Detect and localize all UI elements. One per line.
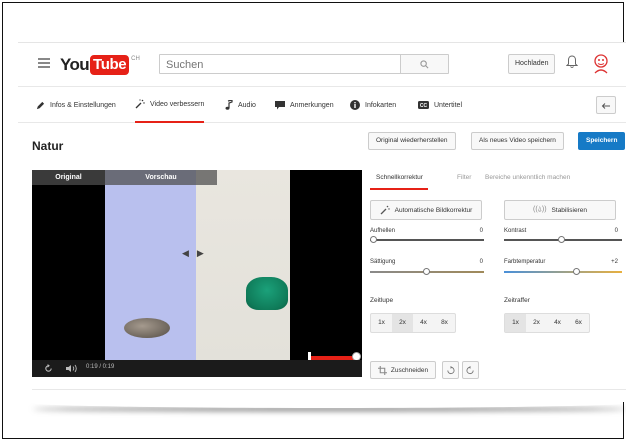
tab-infos[interactable]: Infos & Einstellungen bbox=[36, 87, 116, 123]
magic-wand-icon bbox=[135, 99, 145, 109]
search-input[interactable] bbox=[160, 56, 400, 74]
timelapse-option[interactable]: 2x bbox=[526, 314, 547, 332]
video-left-bar bbox=[32, 170, 105, 360]
video-player[interactable]: Original Vorschau ◀▶ 0:19 / 0:19 bbox=[32, 170, 362, 377]
timelapse-label: Zeitraffer bbox=[504, 297, 530, 304]
page-title: Natur bbox=[32, 139, 64, 153]
video-time: 0:19 / 0:19 bbox=[86, 364, 115, 370]
color-temperature-knob[interactable] bbox=[573, 267, 580, 275]
speech-bubble-icon bbox=[275, 100, 285, 109]
crop-button[interactable]: Zuschneiden bbox=[370, 361, 436, 379]
section-divider bbox=[32, 389, 626, 390]
youtube-editor-page: You Tube CH Hochladen bbox=[18, 42, 626, 402]
slowmo-option[interactable]: 2x bbox=[392, 314, 413, 332]
tab-label: Audio bbox=[238, 101, 256, 109]
preview-label: Vorschau bbox=[105, 170, 217, 185]
brightness-value: 0 bbox=[479, 228, 483, 234]
saturation-value: 0 bbox=[479, 259, 483, 265]
search-icon bbox=[420, 59, 429, 68]
auto-correct-button[interactable]: Automatische Bildkorrektur bbox=[370, 200, 482, 220]
masthead: You Tube CH Hochladen bbox=[18, 43, 626, 87]
back-button[interactable] bbox=[596, 96, 616, 114]
pencil-icon bbox=[36, 101, 45, 109]
color-temperature-value: +2 bbox=[611, 259, 618, 265]
tab-label: Infos & Einstellungen bbox=[50, 101, 116, 109]
original-label: Original bbox=[32, 170, 105, 185]
info-icon bbox=[350, 100, 360, 110]
bell-icon[interactable] bbox=[565, 55, 579, 74]
tab-video-verbessern[interactable]: Video verbessern bbox=[135, 87, 205, 123]
tab-label: Infokarten bbox=[365, 101, 397, 109]
editor-tabs: Infos & Einstellungen Video verbessern A… bbox=[18, 87, 626, 123]
subtab-blur-areas[interactable]: Bereiche unkenntlich machen bbox=[485, 174, 570, 181]
tab-label: Video verbessern bbox=[150, 100, 205, 108]
video-preview-area bbox=[196, 170, 290, 360]
rotate-right-icon bbox=[466, 365, 474, 374]
brightness-label: Aufhellen bbox=[370, 228, 396, 234]
contrast-label: Kontrast bbox=[504, 228, 527, 234]
subtab-filter[interactable]: Filter bbox=[457, 174, 471, 181]
saturation-label: Sättigung bbox=[370, 259, 396, 265]
contrast-knob[interactable] bbox=[558, 235, 565, 243]
crop-label: Zuschneiden bbox=[390, 366, 429, 374]
revert-original-button[interactable]: Original wiederherstellen bbox=[368, 132, 456, 150]
contrast-value: 0 bbox=[614, 228, 618, 234]
saturation-knob[interactable] bbox=[423, 267, 430, 275]
crop-icon bbox=[377, 365, 387, 375]
timelapse-option[interactable]: 6x bbox=[568, 314, 589, 332]
color-temperature-label: Farbtemperatur bbox=[504, 259, 546, 265]
video-right-bar bbox=[290, 170, 362, 360]
music-note-icon bbox=[225, 100, 233, 110]
tab-label: Untertitel bbox=[434, 101, 463, 109]
active-subtab-indicator bbox=[370, 188, 428, 190]
upload-button[interactable]: Hochladen bbox=[508, 54, 556, 74]
search-button[interactable] bbox=[400, 55, 448, 73]
slowmo-label: Zeitlupe bbox=[370, 297, 394, 304]
svg-text:CC: CC bbox=[420, 103, 428, 109]
replay-icon[interactable] bbox=[44, 364, 53, 373]
save-as-new-button[interactable]: Als neues Video speichern bbox=[471, 132, 564, 150]
slowmo-options: 1x 2x 4x 8x bbox=[370, 313, 456, 333]
stone-object bbox=[124, 318, 170, 338]
avatar[interactable] bbox=[591, 53, 611, 75]
correction-subtabs: Schnellkorrektur Filter Bereiche unkennt… bbox=[370, 171, 626, 189]
timelapse-options: 1x 2x 4x 6x bbox=[504, 313, 590, 333]
tab-label: Anmerkungen bbox=[290, 101, 334, 109]
logo-tube-text: Tube bbox=[90, 55, 130, 75]
logo-you-text: You bbox=[60, 55, 90, 74]
tab-infokarten[interactable]: Infokarten bbox=[350, 87, 396, 123]
rotate-left-button[interactable] bbox=[442, 361, 459, 379]
tab-audio[interactable]: Audio bbox=[225, 87, 256, 123]
timelapse-option[interactable]: 1x bbox=[505, 314, 526, 332]
cc-icon: CC bbox=[418, 101, 429, 109]
tab-anmerkungen[interactable]: Anmerkungen bbox=[275, 87, 334, 123]
rotate-right-button[interactable] bbox=[462, 361, 479, 379]
brightness-slider[interactable] bbox=[370, 239, 484, 241]
split-handle-icon[interactable]: ◀▶ bbox=[182, 248, 212, 259]
stabilize-icon: ((⍙)) bbox=[533, 206, 547, 213]
logo-region-code: CH bbox=[131, 56, 140, 62]
timelapse-option[interactable]: 4x bbox=[547, 314, 568, 332]
volume-icon[interactable] bbox=[66, 364, 78, 373]
slowmo-option[interactable]: 8x bbox=[434, 314, 455, 332]
subtab-schnellkorrektur[interactable]: Schnellkorrektur bbox=[376, 174, 423, 181]
clay-object bbox=[246, 277, 288, 310]
slowmo-option[interactable]: 1x bbox=[371, 314, 392, 332]
stabilize-label: Stabilisieren bbox=[551, 206, 587, 214]
menu-icon[interactable] bbox=[38, 58, 50, 68]
back-arrow-icon bbox=[601, 102, 610, 109]
video-controls: 0:19 / 0:19 bbox=[32, 360, 362, 377]
slowmo-option[interactable]: 4x bbox=[413, 314, 434, 332]
save-button[interactable]: Speichern bbox=[578, 132, 626, 150]
tab-untertitel[interactable]: CC Untertitel bbox=[418, 87, 462, 123]
brightness-knob[interactable] bbox=[370, 235, 377, 243]
auto-correct-label: Automatische Bildkorrektur bbox=[394, 206, 473, 214]
rotate-left-icon bbox=[447, 365, 455, 374]
search-box bbox=[159, 54, 449, 74]
magic-wand-icon bbox=[380, 205, 390, 215]
youtube-logo[interactable]: You Tube CH bbox=[60, 55, 140, 75]
color-temperature-slider[interactable] bbox=[504, 271, 622, 273]
stabilize-button[interactable]: ((⍙)) Stabilisieren bbox=[504, 200, 616, 220]
